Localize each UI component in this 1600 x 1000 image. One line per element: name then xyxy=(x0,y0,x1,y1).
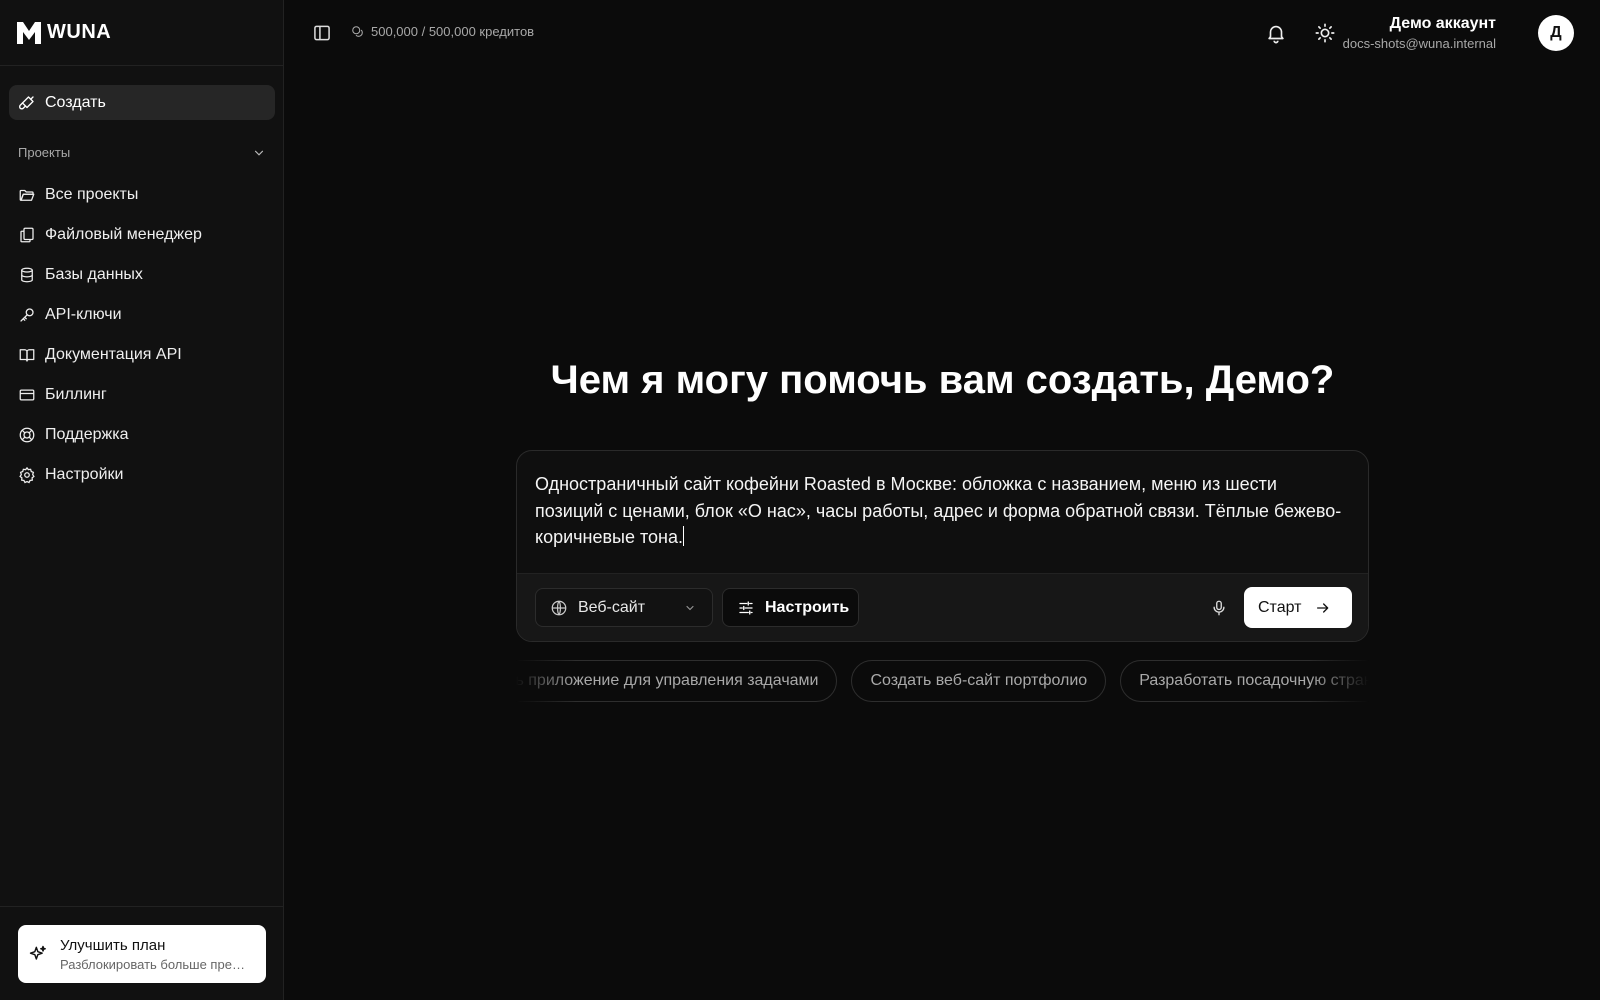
sidebar-item-databases[interactable]: Базы данных xyxy=(9,255,275,295)
logo[interactable]: WUNA xyxy=(0,0,283,66)
sidebar-item-label: Настройки xyxy=(45,466,124,483)
project-type-value: Веб-сайт xyxy=(578,598,646,616)
sidebar-item-support[interactable]: Поддержка xyxy=(9,415,275,455)
upgrade-title: Улучшить план xyxy=(60,936,166,954)
life-buoy-icon xyxy=(19,427,35,443)
suggestion-carousel: Создать приложение для управления задача… xyxy=(516,660,1369,704)
sparkles-icon xyxy=(29,945,46,960)
sun-icon[interactable] xyxy=(1314,22,1336,44)
gear-icon xyxy=(19,466,35,484)
sidebar-item-label: Все проекты xyxy=(45,186,139,203)
wuna-logo-icon xyxy=(17,21,41,44)
sidebar-item-label: Базы данных xyxy=(45,266,143,283)
projects-section-toggle[interactable]: Проекты xyxy=(18,145,266,160)
suggestion-chip[interactable]: Разработать посадочную страницу xyxy=(1120,660,1369,702)
configure-label: Настроить xyxy=(765,598,850,616)
avatar[interactable]: Д xyxy=(1538,15,1574,51)
files-icon xyxy=(20,227,34,243)
sidebar-item-label: Поддержка xyxy=(45,426,129,443)
sidebar-toggle-icon[interactable] xyxy=(312,23,332,43)
sidebar-item-label: Файловый менеджер xyxy=(45,226,202,243)
upgrade-plan-button[interactable]: Улучшить план Разблокировать больше преи… xyxy=(18,925,266,983)
credit-card-icon xyxy=(19,389,35,401)
project-type-select[interactable]: Веб-сайт xyxy=(535,588,713,627)
sidebar-item-label: Биллинг xyxy=(45,386,107,403)
sidebar-item-label: API-ключи xyxy=(45,306,122,323)
projects-section-title: Проекты xyxy=(18,145,71,160)
top-header: 500,000 / 500,000 кредитов Демо аккаунт … xyxy=(285,0,1600,66)
coins-icon xyxy=(352,25,363,37)
brand-name: WUNA xyxy=(47,21,112,43)
text-caret xyxy=(683,526,684,546)
sidebar-item-label: Документация API xyxy=(45,346,182,363)
account-menu[interactable]: Демо аккаунт docs-shots@wuna.internal xyxy=(1343,15,1496,51)
credits-indicator: 500,000 / 500,000 кредитов xyxy=(351,24,534,39)
sidebar-item-file-manager[interactable]: Файловый менеджер xyxy=(9,215,275,255)
book-open-icon xyxy=(19,349,35,362)
page-title: Чем я могу помочь вам создать, Демо? xyxy=(550,358,1335,402)
sidebar-item-api-keys[interactable]: API-ключи xyxy=(9,295,275,335)
create-label: Создать xyxy=(45,93,106,111)
sidebar-item-billing[interactable]: Биллинг xyxy=(9,375,275,415)
sidebar-item-all-projects[interactable]: Все проекты xyxy=(9,175,275,215)
chevron-down-icon xyxy=(686,605,694,611)
account-name: Демо аккаунт xyxy=(1389,15,1496,32)
create-button[interactable]: Создать xyxy=(9,85,275,120)
sidebar-item-api-docs[interactable]: Документация API xyxy=(9,335,275,375)
suggestion-track: Создать приложение для управления задача… xyxy=(516,660,1369,702)
sidebar: WUNA Создать Проекты Все проекты Файловы… xyxy=(0,0,284,1000)
database-icon xyxy=(21,267,33,283)
sidebar-item-settings[interactable]: Настройки xyxy=(9,455,275,495)
folder-open-icon xyxy=(19,189,35,201)
globe-icon xyxy=(551,600,567,615)
account-email: docs-shots@wuna.internal xyxy=(1342,36,1496,51)
paintbrush-icon xyxy=(19,95,34,109)
key-icon xyxy=(20,308,34,322)
configure-button[interactable]: Настроить xyxy=(722,588,859,627)
upgrade-subtitle: Разблокировать больше преимуществ xyxy=(60,956,252,972)
arrow-right-icon xyxy=(1317,602,1329,613)
sliders-icon xyxy=(739,600,753,615)
chevron-down-icon xyxy=(254,150,264,156)
prompt-input[interactable]: Одностраничный сайт кофейни Roasted в Мо… xyxy=(517,451,1368,575)
prompt-composer: Одностраничный сайт кофейни Roasted в Мо… xyxy=(516,450,1369,642)
bell-icon[interactable] xyxy=(1265,22,1287,44)
start-button[interactable]: Старт xyxy=(1244,587,1352,628)
microphone-icon[interactable] xyxy=(1210,599,1228,617)
credits-text: 500,000 / 500,000 кредитов xyxy=(371,24,535,39)
prompt-text: Одностраничный сайт кофейни Roasted в Мо… xyxy=(535,474,1342,547)
composer-toolbar: Веб-сайт Настроить Старт xyxy=(517,573,1368,641)
sidebar-nav: Все проекты Файловый менеджер Базы данны… xyxy=(9,175,275,495)
suggestion-chip[interactable]: Создать веб-сайт портфолио xyxy=(851,660,1107,702)
start-label: Старт xyxy=(1258,598,1302,616)
sidebar-footer: Улучшить план Разблокировать больше преи… xyxy=(0,906,284,1000)
suggestion-chip[interactable]: Создать приложение для управления задача… xyxy=(516,660,838,702)
